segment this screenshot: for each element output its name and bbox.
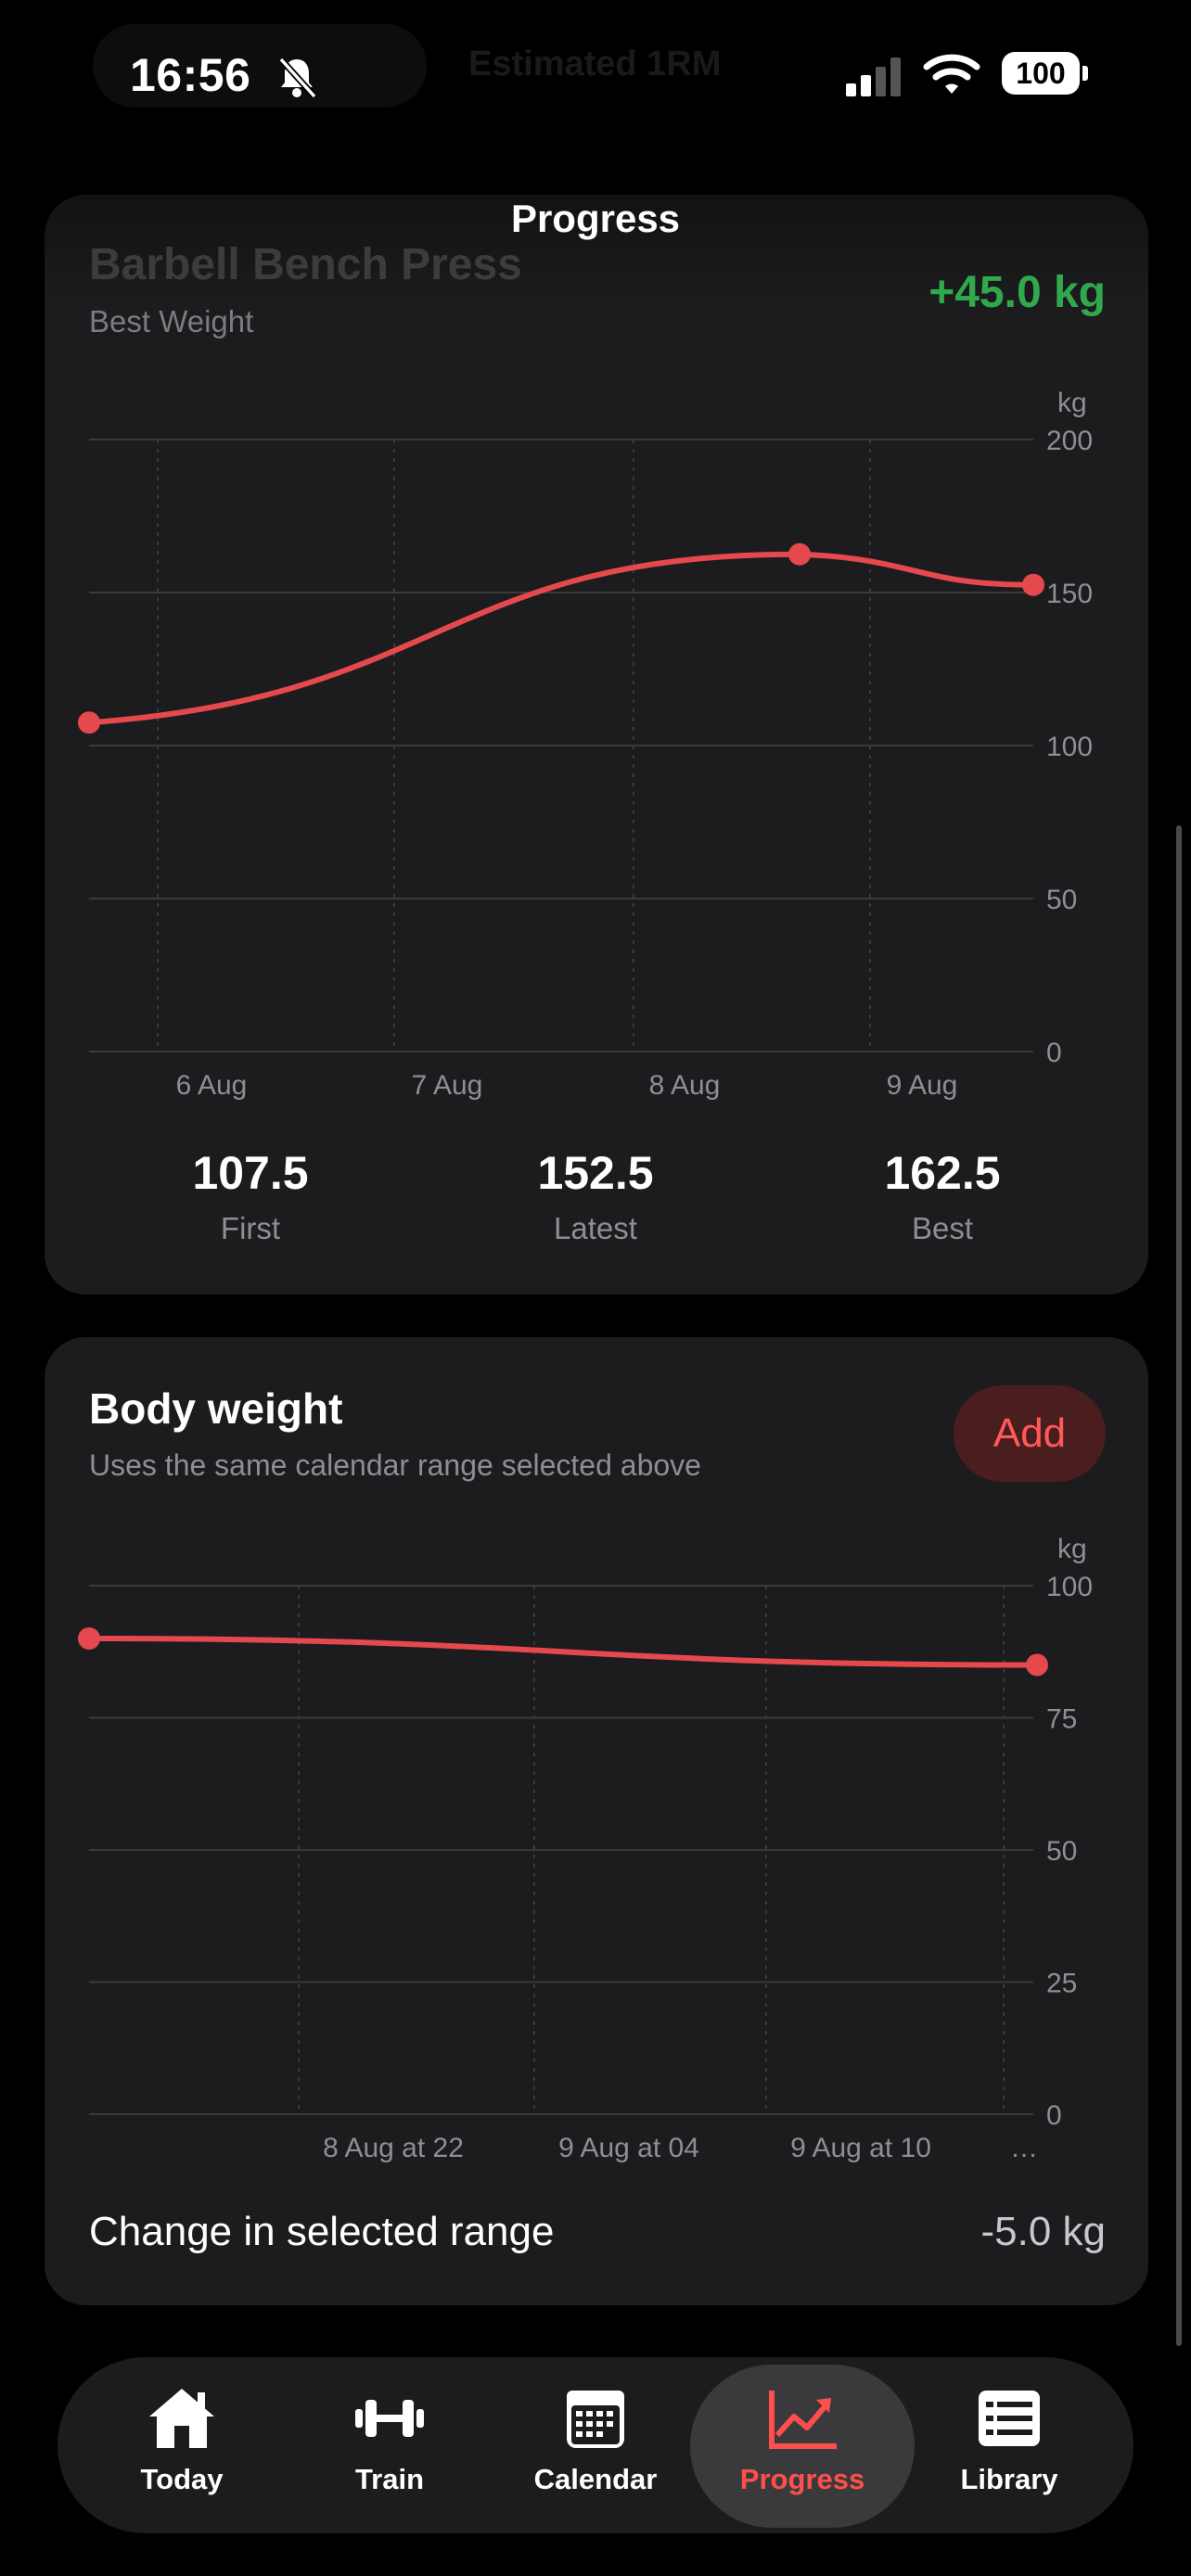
y-unit-label: kg xyxy=(1057,388,1087,418)
y-tick-label: 200 xyxy=(1046,426,1093,456)
y-unit-label: kg xyxy=(1057,1534,1087,1564)
tab-label: Train xyxy=(354,2463,425,2495)
tab-label: Library xyxy=(960,2463,1058,2495)
x-tick-label: 7 Aug xyxy=(412,1070,483,1101)
tab-progress[interactable]: Progress xyxy=(690,2365,915,2528)
body-weight-chart[interactable]: 0 25 50 75 100 kg 8 Aug at 22 9 Aug at 04 9 Aug … xyxy=(0,1484,1191,2188)
x-tick-label: 9 Aug xyxy=(887,1070,958,1101)
chart-icon xyxy=(769,2391,837,2449)
body-weight-title: Body weight xyxy=(89,1384,343,1433)
best-weight-chart[interactable]: 0 50 100 150 200 kg 6 Aug 7 Aug 8 Aug 9 Aug xyxy=(0,0,1191,1113)
data-point xyxy=(1026,1653,1048,1677)
dumbbell-icon xyxy=(355,2400,424,2437)
list-icon xyxy=(979,2391,1040,2446)
data-point xyxy=(1022,573,1044,596)
series-line xyxy=(86,1636,1040,1668)
data-point xyxy=(788,542,811,566)
x-tick-label: 8 Aug at 22 xyxy=(323,2133,464,2163)
y-tick-label: 25 xyxy=(1046,1969,1077,1999)
stat-latest-value: 152.5 xyxy=(537,1147,654,1199)
series-line xyxy=(86,551,1036,726)
stat-first-value: 107.5 xyxy=(192,1147,309,1199)
y-tick-label: 0 xyxy=(1046,1038,1062,1068)
stat-first-label: First xyxy=(220,1211,281,1245)
x-tick-label: 8 Aug xyxy=(649,1070,721,1101)
stat-best-value: 162.5 xyxy=(884,1147,1001,1199)
x-tick-label: 9 Aug at 04 xyxy=(558,2133,699,2163)
data-point xyxy=(78,711,100,734)
tab-label: Progress xyxy=(739,2463,865,2495)
y-tick-label: 150 xyxy=(1046,579,1093,609)
y-tick-label: 75 xyxy=(1046,1704,1077,1735)
y-tick-label: 100 xyxy=(1046,1572,1093,1602)
x-tick-label: … xyxy=(1010,2133,1038,2163)
stat-best-label: Best xyxy=(911,1211,974,1245)
change-label: Change in selected range xyxy=(89,2209,555,2254)
y-tick-label: 0 xyxy=(1046,2100,1062,2131)
tab-library[interactable]: Library xyxy=(907,2365,1111,2528)
tab-train[interactable]: Train xyxy=(288,2365,492,2528)
house-icon xyxy=(149,2389,214,2448)
change-value: -5.0 kg xyxy=(980,2209,1106,2254)
y-tick-label: 100 xyxy=(1046,732,1093,762)
tab-label: Calendar xyxy=(533,2463,658,2495)
tab-calendar[interactable]: Calendar xyxy=(493,2365,698,2528)
add-body-weight-button[interactable]: Add xyxy=(954,1385,1106,1482)
data-point xyxy=(78,1627,100,1650)
x-tick-label: 9 Aug at 10 xyxy=(790,2133,931,2163)
tab-label: Today xyxy=(140,2463,224,2495)
y-tick-label: 50 xyxy=(1046,885,1077,915)
tab-today[interactable]: Today xyxy=(80,2365,284,2528)
calendar-icon xyxy=(567,2391,624,2448)
body-weight-subtitle: Uses the same calendar range selected ab… xyxy=(89,1448,701,1482)
stat-latest-label: Latest xyxy=(554,1211,637,1245)
x-tick-label: 6 Aug xyxy=(176,1070,248,1101)
scroll-indicator[interactable] xyxy=(1176,825,1182,2346)
y-tick-label: 50 xyxy=(1046,1836,1077,1867)
